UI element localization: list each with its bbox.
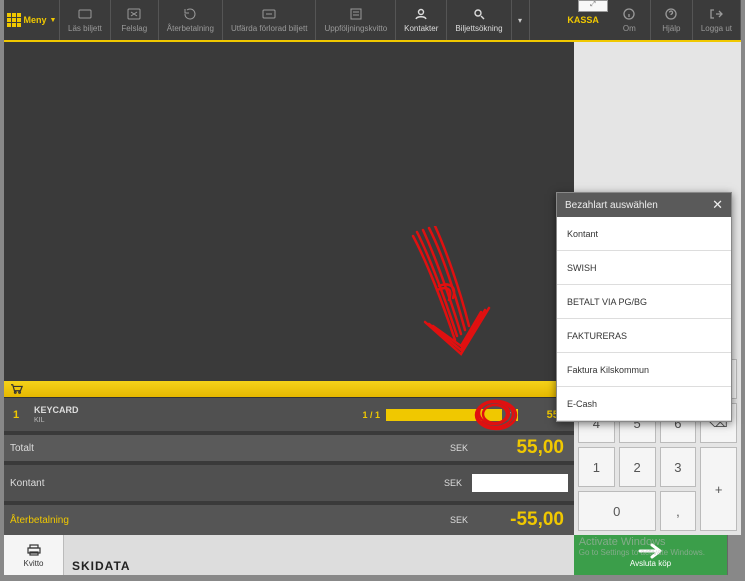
- cart-icon: [10, 383, 24, 395]
- refund-row: Återbetalning SEK -55,00: [4, 505, 574, 535]
- dropdown-caret-icon: ▾: [518, 16, 522, 25]
- finish-button[interactable]: Avsluta köp: [574, 535, 727, 575]
- product-canvas: [4, 42, 574, 381]
- toolbar-kontakter[interactable]: Kontakter: [396, 0, 447, 40]
- payment-currency: SEK: [432, 478, 472, 488]
- info-icon: [621, 7, 637, 21]
- payment-option-swish[interactable]: SWISH: [557, 251, 731, 285]
- error-icon: [126, 7, 142, 21]
- total-currency: SEK: [438, 443, 478, 453]
- line-qty: 1 / 1: [340, 410, 380, 420]
- refund-label: Återbetalning: [10, 515, 438, 526]
- cart-stripe: [4, 381, 574, 397]
- toolbar-biljettsokning[interactable]: Biljettsökning: [447, 0, 511, 40]
- toolbar-om[interactable]: Om: [609, 0, 651, 40]
- toolbar-utfarda[interactable]: Utfärda förlorad biljett: [223, 0, 316, 40]
- payment-row: Kontant SEK: [4, 465, 574, 501]
- line-index: 1: [4, 409, 28, 421]
- key-3[interactable]: 3: [660, 447, 697, 487]
- payment-option-pgbg[interactable]: BETALT VIA PG/BG: [557, 285, 731, 319]
- total-value: 55,00: [478, 437, 568, 459]
- menu-grid-icon: [7, 13, 21, 27]
- toolbar-dropdown[interactable]: ▾: [512, 0, 530, 40]
- main-toolbar: Meny ▼ Läs biljett Felslag Återbetalning…: [4, 0, 741, 42]
- corner-handle[interactable]: [727, 535, 741, 575]
- bottom-right-bar: Avsluta köp: [574, 535, 741, 575]
- total-row: Totalt SEK 55,00: [4, 435, 574, 461]
- search-ticket-icon: [471, 7, 487, 21]
- key-plus[interactable]: +: [700, 447, 737, 531]
- logout-icon: [708, 7, 724, 21]
- payment-method-popup: Bezahlart auswählen ✕ Kontant SWISH BETA…: [556, 192, 732, 422]
- toolbar-las-biljett[interactable]: Läs biljett: [60, 0, 111, 40]
- refund-value: -55,00: [478, 509, 568, 531]
- annotation-arrow-icon: [399, 226, 509, 376]
- popup-header: Bezahlart auswählen ✕: [557, 193, 731, 217]
- slider-caret-icon[interactable]: ▼: [502, 409, 516, 421]
- menu-button[interactable]: Meny ▼: [4, 0, 60, 40]
- arrow-right-icon: [638, 543, 664, 559]
- printer-icon: [25, 543, 43, 557]
- payment-option-kilskommun[interactable]: Faktura Kilskommun: [557, 353, 731, 387]
- key-0[interactable]: 0: [578, 491, 656, 531]
- toolbar-uppfoljning[interactable]: Uppföljningskvitto: [316, 0, 396, 40]
- toolbar-aterbetalning[interactable]: Återbetalning: [159, 0, 223, 40]
- popup-close-icon[interactable]: ✕: [712, 197, 723, 213]
- contacts-icon: [413, 7, 429, 21]
- payment-label: Kontant: [10, 478, 432, 489]
- line-slider[interactable]: ▼: [386, 409, 518, 421]
- reissue-icon: [261, 7, 277, 21]
- toolbar-felslag[interactable]: Felslag: [111, 0, 159, 40]
- receipt-icon: [348, 7, 364, 21]
- menu-caret-icon: ▼: [50, 17, 57, 24]
- help-icon: [663, 7, 679, 21]
- payment-option-faktureras[interactable]: FAKTURERAS: [557, 319, 731, 353]
- window-resize-anchor[interactable]: ⤢: [578, 0, 608, 12]
- menu-label: Meny: [24, 15, 47, 25]
- payment-option-ecash[interactable]: E-Cash: [557, 387, 731, 421]
- key-1[interactable]: 1: [578, 447, 615, 487]
- brand-label: SKIDATA: [64, 535, 574, 575]
- kvitto-button[interactable]: Kvitto: [4, 535, 64, 575]
- line-product: KEYCARD: [34, 405, 208, 415]
- total-label: Totalt: [10, 443, 438, 454]
- toolbar-loggaut[interactable]: Logga ut: [693, 0, 741, 40]
- refund-currency: SEK: [438, 515, 478, 525]
- ticket-icon: [77, 7, 93, 21]
- refund-icon: [182, 7, 198, 21]
- popup-title: Bezahlart auswählen: [565, 200, 658, 211]
- bottom-bar: Kvitto SKIDATA: [4, 535, 574, 575]
- line-sub: KIL: [34, 417, 208, 424]
- left-column: 1 KEYCARD KIL 1 / 1 ▼: [4, 42, 574, 575]
- line-item[interactable]: 1 KEYCARD KIL 1 / 1 ▼: [4, 397, 574, 431]
- key-2[interactable]: 2: [619, 447, 656, 487]
- key-comma[interactable]: ,: [660, 491, 697, 531]
- toolbar-hjalp[interactable]: Hjälp: [651, 0, 693, 40]
- payment-option-kontant[interactable]: Kontant: [557, 217, 731, 251]
- payment-input[interactable]: [472, 474, 568, 492]
- line-name-block: KEYCARD KIL: [28, 405, 208, 424]
